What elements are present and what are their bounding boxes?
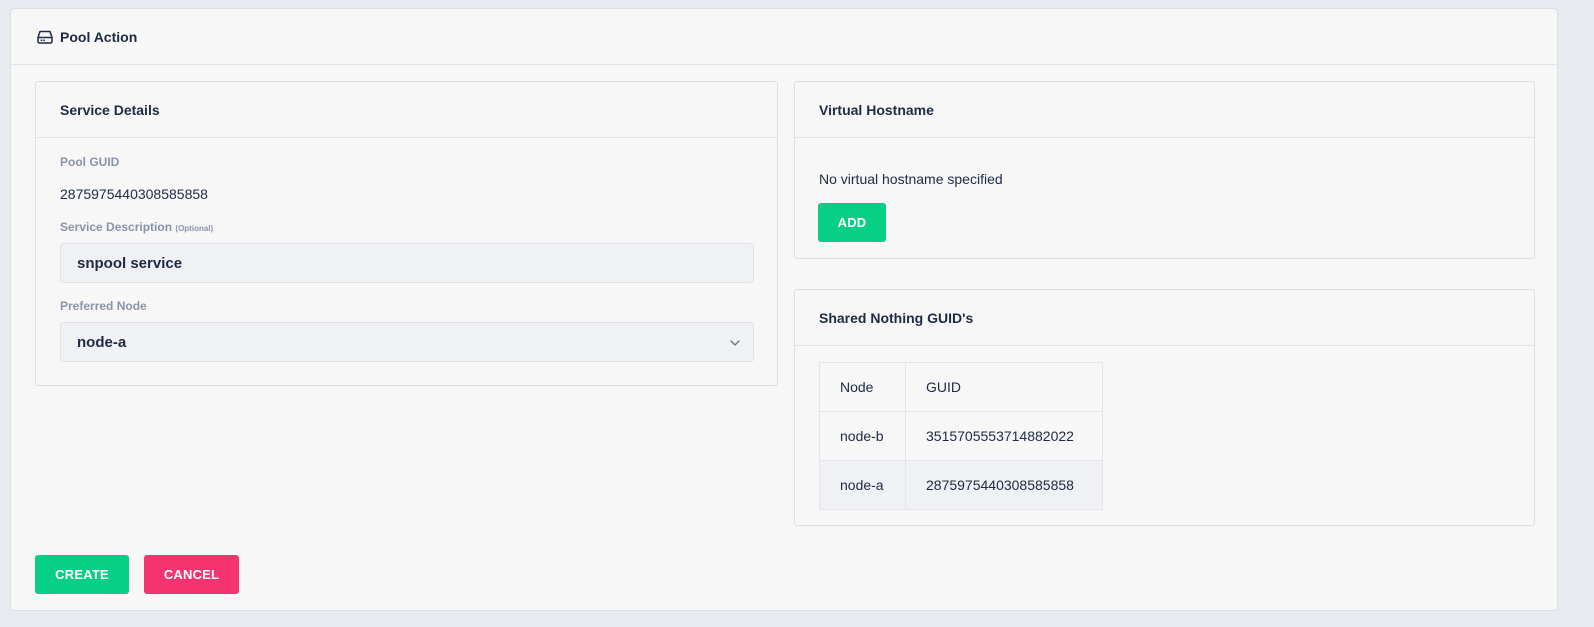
preferred-node-label: Preferred Node bbox=[60, 299, 147, 313]
add-virtual-hostname-button[interactable]: ADD bbox=[818, 203, 886, 242]
optional-hint: (Optional) bbox=[175, 224, 214, 233]
row-guid: 2875975440308585858 bbox=[905, 460, 1103, 510]
hard-drive-icon bbox=[37, 30, 53, 44]
virtual-hostname-panel: Virtual Hostname No virtual hostname spe… bbox=[794, 81, 1535, 259]
column-header-guid: GUID bbox=[905, 362, 1103, 412]
row-node: node-a bbox=[819, 460, 906, 510]
pool-guid-value: 2875975440308585858 bbox=[60, 186, 208, 202]
row-guid: 3515705553714882022 bbox=[905, 411, 1103, 461]
service-details-title: Service Details bbox=[36, 82, 777, 138]
chevron-down-icon bbox=[729, 336, 741, 348]
card-header: Pool Action bbox=[11, 9, 1557, 65]
table-row: node-a 2875975440308585858 bbox=[819, 460, 1103, 510]
column-header-node: Node bbox=[819, 362, 906, 412]
create-button[interactable]: CREATE bbox=[35, 555, 129, 594]
cancel-button[interactable]: CANCEL bbox=[144, 555, 239, 594]
pool-guid-label: Pool GUID bbox=[60, 155, 120, 169]
shared-nothing-title: Shared Nothing GUID's bbox=[795, 290, 1534, 346]
preferred-node-value: node-a bbox=[77, 333, 127, 351]
service-description-input[interactable]: snpool service bbox=[60, 243, 754, 283]
table-header-row: Node GUID bbox=[819, 362, 1103, 412]
pool-action-card: Pool Action Service Details Pool GUID 28… bbox=[10, 8, 1558, 611]
service-details-panel: Service Details Pool GUID 28759754403085… bbox=[35, 81, 778, 386]
service-description-label-text: Service Description bbox=[60, 220, 173, 234]
service-description-label: Service Description (Optional) bbox=[60, 220, 213, 234]
preferred-node-select[interactable]: node-a bbox=[60, 322, 754, 362]
page-title: Pool Action bbox=[60, 28, 138, 45]
table-row: node-b 3515705553714882022 bbox=[819, 411, 1103, 461]
shared-nothing-table: Node GUID node-b 3515705553714882022 nod… bbox=[819, 362, 1103, 510]
shared-nothing-panel: Shared Nothing GUID's Node GUID node-b 3… bbox=[794, 289, 1535, 526]
service-description-value: snpool service bbox=[77, 254, 183, 272]
no-virtual-hostname-text: No virtual hostname specified bbox=[819, 171, 1003, 187]
row-node: node-b bbox=[819, 411, 906, 461]
virtual-hostname-title: Virtual Hostname bbox=[795, 82, 1534, 138]
